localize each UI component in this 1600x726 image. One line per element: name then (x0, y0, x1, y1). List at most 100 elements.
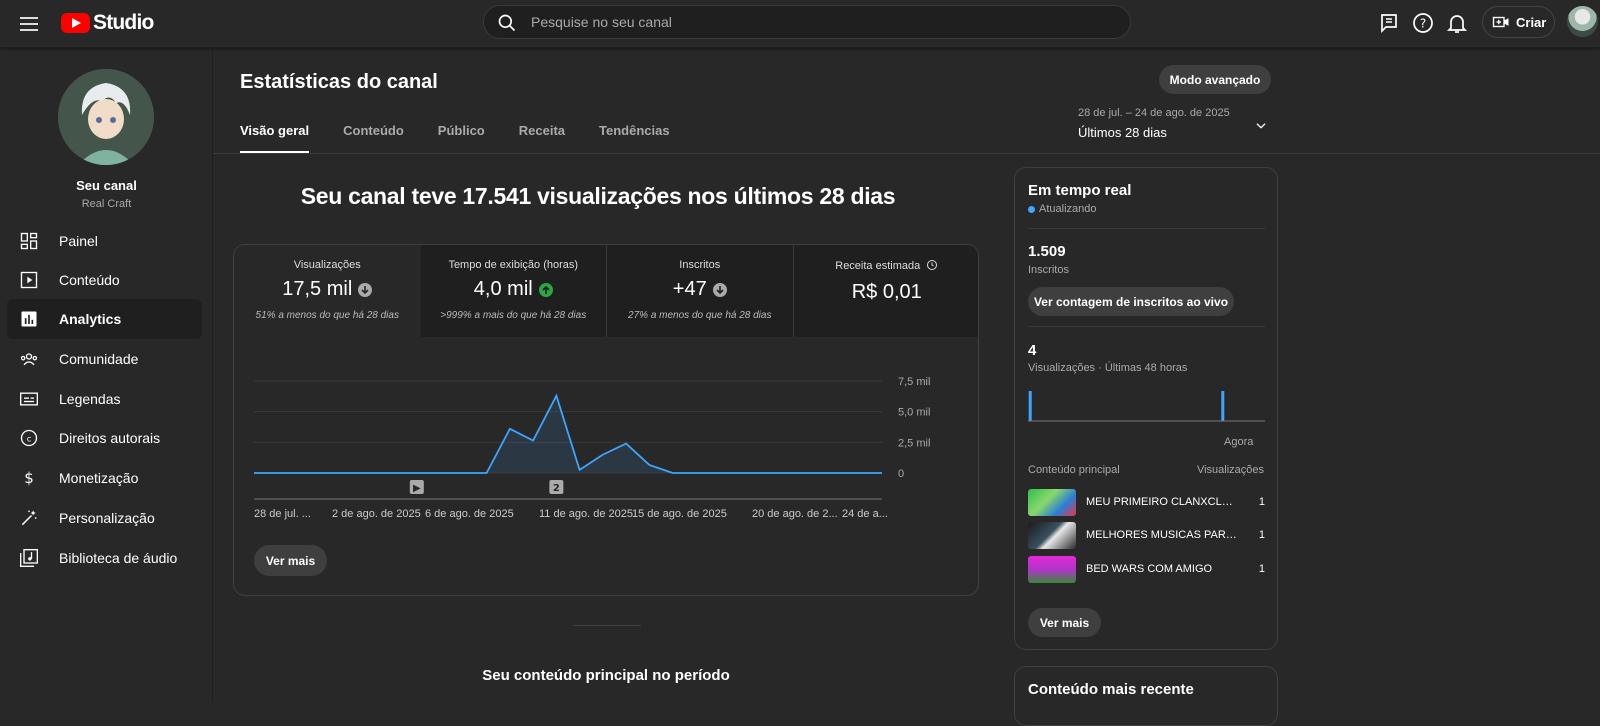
chart-point[interactable] (415, 471, 419, 475)
realtime-views-chart[interactable] (1028, 378, 1265, 423)
metrics-row: Visualizações 17,5 mil 51% a menos do qu… (234, 245, 978, 337)
chart-point[interactable] (880, 471, 884, 475)
realtime-bar[interactable] (1221, 391, 1225, 421)
sidebar-item-biblioteca-de-audio[interactable]: Biblioteca de áudio (7, 538, 202, 578)
top-content-heading: Seu conteúdo principal no período (482, 667, 730, 684)
metric-watch-time[interactable]: Tempo de exibição (horas) 4,0 mil >999% … (420, 245, 607, 337)
notifications-icon[interactable] (1445, 11, 1471, 37)
channel-avatar[interactable] (58, 69, 154, 165)
help-icon[interactable]: ? (1411, 11, 1437, 37)
divider (1028, 326, 1265, 327)
logo-text: Studio (93, 11, 154, 34)
chart-point[interactable] (275, 471, 279, 475)
chart-point[interactable] (508, 427, 512, 431)
chart-point[interactable] (601, 453, 605, 457)
chart-point[interactable] (578, 468, 582, 472)
period-selector[interactable]: 28 de jul. – 24 de ago. de 2025 Últimos … (1078, 107, 1278, 140)
sidebar-item-comunidade[interactable]: Comunidade (7, 339, 202, 379)
metric-value: R$ 0,01 (851, 281, 922, 303)
menu-icon[interactable] (17, 12, 41, 36)
sidebar-item-label: Biblioteca de áudio (59, 550, 178, 566)
chart-point[interactable] (717, 471, 721, 475)
chart-x-tick-label: 11 de ago. de 2025 (539, 508, 633, 520)
sidebar-item-personalizacao[interactable]: Personalização (7, 498, 202, 538)
channel-name[interactable]: Seu canal (0, 178, 213, 193)
video-thumbnail (1028, 555, 1076, 583)
chart-x-tick-label: 2 de ago. de 2025 (332, 508, 421, 520)
chart-point[interactable] (810, 471, 814, 475)
chart-point[interactable] (531, 438, 535, 442)
chart-point[interactable] (368, 471, 372, 475)
studio-logo[interactable]: Studio (61, 11, 154, 35)
chart-marker-label: ▶ (413, 483, 421, 494)
arrow-down-icon (712, 282, 727, 297)
chart-point[interactable] (787, 471, 791, 475)
chart-point[interactable] (299, 471, 303, 475)
sidebar-item-label: Comunidade (59, 351, 139, 367)
tab-content[interactable]: Conteúdo (343, 113, 404, 153)
sidebar-item-monetizacao[interactable]: $ Monetização (7, 458, 202, 498)
search-bar[interactable] (483, 5, 1131, 39)
metric-value: 4,0 mil (473, 278, 533, 300)
chart-point[interactable] (392, 471, 396, 475)
chart-point[interactable] (647, 463, 651, 467)
search-input[interactable] (531, 6, 1111, 38)
sidebar-item-conteudo[interactable]: Conteúdo (7, 260, 202, 300)
chart-point[interactable] (345, 471, 349, 475)
metric-comparison: 27% a menos do que há 28 dias (628, 310, 772, 321)
sidebar-item-painel[interactable]: Painel (7, 221, 202, 261)
chart-point[interactable] (833, 471, 837, 475)
tab-trends[interactable]: Tendências (599, 113, 670, 153)
feedback-icon[interactable] (1377, 11, 1403, 37)
chart-y-tick-label: 5,0 mil (898, 407, 930, 419)
chart-point[interactable] (694, 471, 698, 475)
chart-x-tick-label: 6 de ago. de 2025 (425, 508, 514, 520)
chart-point[interactable] (740, 471, 744, 475)
main-content: Estatísticas do canal Modo avançado Visã… (213, 49, 1600, 726)
chart-point[interactable] (322, 471, 326, 475)
svg-text:?: ? (1420, 17, 1426, 31)
period-range: 28 de jul. – 24 de ago. de 2025 (1078, 107, 1230, 119)
chart-x-tick-label: 28 de jul. ... (254, 508, 311, 520)
realtime-bar[interactable] (1028, 391, 1032, 421)
metric-views[interactable]: Visualizações 17,5 mil 51% a menos do qu… (234, 245, 421, 337)
chart-point[interactable] (554, 394, 558, 398)
chart-point[interactable] (624, 442, 628, 446)
chart-point[interactable] (485, 471, 489, 475)
realtime-subscribers-label: Inscritos (1028, 264, 1069, 276)
chart-point[interactable] (461, 471, 465, 475)
sidebar-item-analytics[interactable]: Analytics (7, 299, 202, 339)
create-button[interactable]: Criar (1482, 6, 1555, 38)
live-subscriber-count-button[interactable]: Ver contagem de inscritos ao vivo (1028, 287, 1234, 316)
chart-point[interactable] (671, 471, 675, 475)
top-content-row[interactable]: MELHORES MUSICAS PARA JOGAR 1 (1028, 521, 1265, 549)
top-content-row[interactable]: MEU PRIMEIRO CLANXCLAN NO BLOCKMAN GO 1 (1028, 488, 1265, 516)
top-content-row[interactable]: BED WARS COM AMIGO 1 (1028, 555, 1265, 583)
tab-overview[interactable]: Visão geral (240, 113, 310, 153)
advanced-mode-button[interactable]: Modo avançado (1159, 65, 1271, 94)
metric-subscribers[interactable]: Inscritos +47 27% a menos do que há 28 d… (607, 245, 794, 337)
clock-icon (926, 259, 938, 274)
chart-point[interactable] (438, 471, 442, 475)
metric-revenue[interactable]: Receita estimada R$ 0,01 (793, 245, 978, 337)
views-chart[interactable]: 0 2,5 mil 5,0 mil 7,5 mil ▶ 2 28 de jul. ... 2 … (234, 337, 978, 595)
arrow-down-icon (358, 282, 373, 297)
top-bar: Studio ? Criar (0, 0, 1600, 48)
tab-revenue[interactable]: Receita (519, 113, 565, 153)
realtime-see-more-button[interactable]: Ver mais (1028, 608, 1101, 637)
sidebar-item-direitos-autorais[interactable]: c Direitos autorais (7, 418, 202, 458)
chevron-down-icon (1256, 123, 1266, 129)
chart-x-tick-label: 20 de ago. de 2... (752, 508, 838, 520)
sidebar-item-legendas[interactable]: Legendas (7, 379, 202, 419)
create-video-icon (1492, 16, 1509, 28)
chart-point[interactable] (252, 471, 256, 475)
arrow-up-icon (538, 282, 553, 297)
period-label: Últimos 28 dias (1078, 125, 1167, 140)
realtime-subscribers-value: 1.509 (1028, 243, 1066, 260)
chart-point[interactable] (857, 471, 861, 475)
see-more-button[interactable]: Ver mais (254, 545, 327, 576)
account-avatar[interactable] (1567, 6, 1598, 37)
chart-point[interactable] (764, 471, 768, 475)
section-divider (573, 625, 641, 626)
tab-audience[interactable]: Público (438, 113, 485, 153)
